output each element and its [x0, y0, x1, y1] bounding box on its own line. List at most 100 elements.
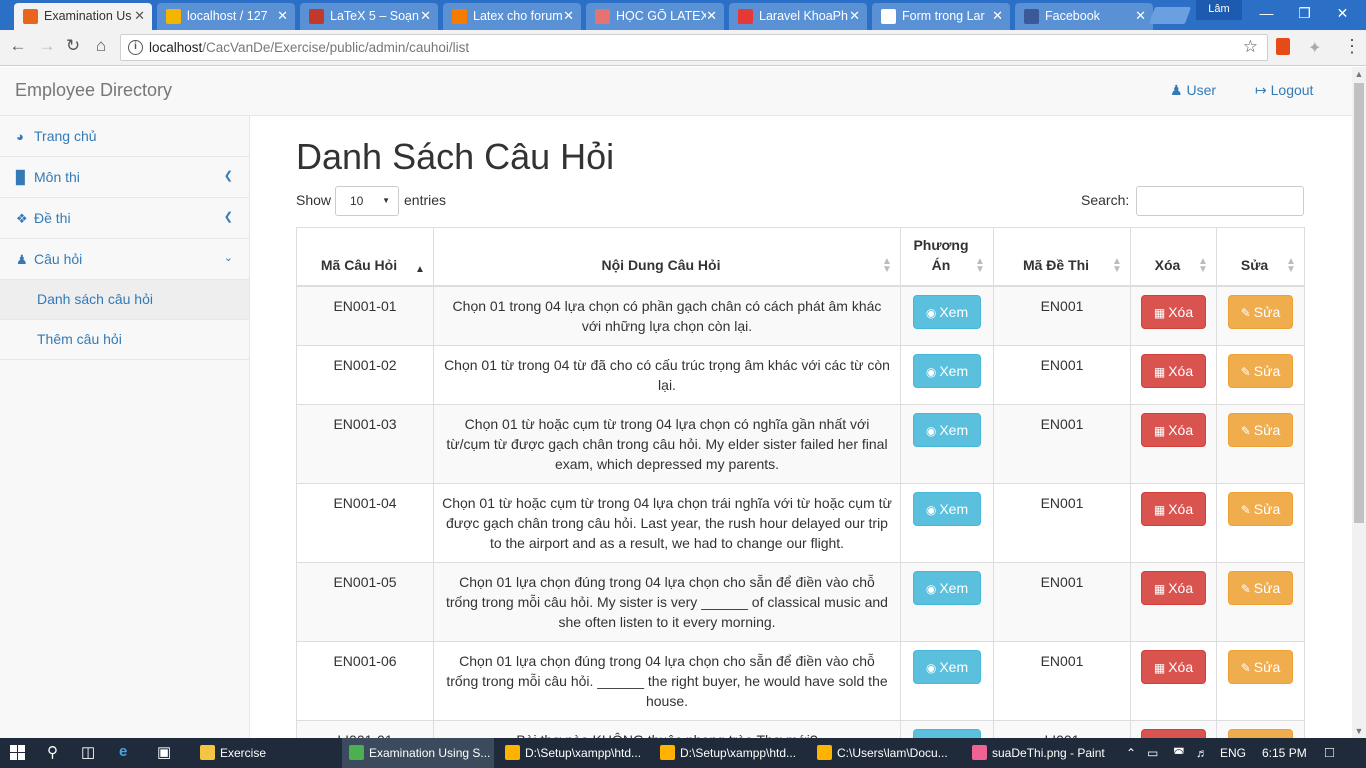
browser-tab[interactable]: Form trong Lar ✕ [872, 3, 1010, 30]
home-icon[interactable]: ⌂ [90, 36, 112, 58]
delete-button[interactable]: ▦Xóa [1140, 570, 1207, 605]
tab-close-icon[interactable]: ✕ [277, 8, 288, 24]
tab-close-icon[interactable]: ✕ [134, 8, 145, 24]
sidebar-subitem-danh-sach-cau-hoi[interactable]: Danh sách câu hỏi [0, 280, 249, 320]
windows-start-icon[interactable] [10, 745, 26, 761]
tab-close-icon[interactable]: ✕ [1135, 8, 1146, 24]
tray-chevron-icon[interactable]: ⌃ [1126, 746, 1136, 760]
column-header-phuong-an[interactable]: Phương Án ▲ ▼ [900, 227, 994, 287]
question-id-cell: EN001-04 [296, 482, 434, 563]
browser-tab[interactable]: Latex cho forum ✕ [443, 3, 581, 30]
reload-icon[interactable]: ↻ [62, 36, 84, 58]
delete-button[interactable]: ▦Xóa [1140, 353, 1207, 388]
sidebar-item-de-thi[interactable]: ❖ Đề thi ❮ [0, 198, 249, 239]
volume-icon[interactable]: ♬ [1196, 746, 1208, 760]
minimize-icon[interactable]: — [1248, 0, 1285, 26]
scroll-down-icon[interactable]: ▼ [1352, 726, 1366, 736]
taskbar-app[interactable]: C:\Users\lam\Docu... [810, 738, 962, 768]
logout-link[interactable]: ↦ Logout [1255, 82, 1313, 99]
notifications-icon[interactable]: □ [1325, 744, 1334, 761]
edit-button[interactable]: ✎Sửa [1227, 570, 1294, 605]
view-button[interactable]: ◉Xem [912, 491, 982, 526]
sidebar-item-cau-hoi[interactable]: ♟ Câu hỏi ⌄ [0, 239, 249, 280]
browser-tab[interactable]: LaTeX 5 – Soạn ✕ [300, 3, 438, 30]
scrollbar-thumb[interactable] [1354, 83, 1364, 523]
search-input[interactable] [1136, 186, 1304, 216]
sidebar-subitem-them-cau-hoi[interactable]: Thêm câu hỏi [0, 320, 249, 360]
sort-asc-icon: ▲ [415, 263, 425, 275]
sidebar-item-trang-chu[interactable]: ◕ Trang chủ [0, 116, 249, 157]
tab-close-icon[interactable]: ✕ [992, 8, 1003, 24]
extension-icon[interactable]: ✦ [1308, 38, 1321, 58]
wifi-icon[interactable]: ◚ [1173, 746, 1185, 760]
clock[interactable]: 6:15 PM [1262, 746, 1307, 760]
search-icon[interactable]: ⚲ [47, 743, 58, 761]
bar-chart-icon: ▉ [16, 170, 26, 185]
taskbar-app[interactable]: Examination Using S... [342, 738, 494, 768]
browser-tab[interactable]: Examination Us ✕ [14, 3, 152, 30]
browser-tab[interactable]: localhost / 127 ✕ [157, 3, 295, 30]
entries-select[interactable]: 10 ▼ [335, 186, 399, 216]
question-id-cell: EN001-01 [296, 285, 434, 346]
delete-button[interactable]: ▦Xóa [1140, 649, 1207, 684]
tab-close-icon[interactable]: ✕ [420, 8, 431, 24]
view-button[interactable]: ◉Xem [912, 649, 982, 684]
chrome-menu-icon[interactable]: ⋮ [1343, 36, 1361, 57]
close-window-icon[interactable]: ✕ [1324, 0, 1361, 26]
brand-link[interactable]: Employee Directory [15, 80, 172, 101]
search-label: Search: [1081, 192, 1130, 208]
browser-tab[interactable]: HỌC GÕ LATEX ✕ [586, 3, 724, 30]
taskbar-app[interactable]: D:\Setup\xampp\htd... [653, 738, 805, 768]
column-header-sua[interactable]: Sửa ▲ ▼ [1216, 227, 1305, 287]
delete-button[interactable]: ▦Xóa [1140, 728, 1207, 738]
visual-studio-icon[interactable]: ▣ [157, 743, 171, 761]
delete-button[interactable]: ▦Xóa [1140, 491, 1207, 526]
tab-close-icon[interactable]: ✕ [849, 8, 860, 24]
task-view-icon[interactable]: ◫ [81, 743, 95, 761]
language-indicator[interactable]: ENG [1220, 746, 1246, 760]
column-header-xoa[interactable]: Xóa ▲ ▼ [1130, 227, 1217, 287]
view-button[interactable]: ◉Xem [912, 412, 982, 447]
column-header-noi-dung[interactable]: Nội Dung Câu Hỏi ▲ ▼ [433, 227, 901, 287]
view-button[interactable]: ◉Xem [912, 570, 982, 605]
forward-icon[interactable]: → [36, 36, 58, 58]
info-icon[interactable]: i [128, 40, 143, 55]
url-text[interactable]: localhost/CacVanDe/Exercise/public/admin… [149, 40, 469, 55]
tab-close-icon[interactable]: ✕ [563, 8, 574, 24]
scroll-up-icon[interactable]: ▲ [1352, 69, 1366, 79]
edit-button[interactable]: ✎Sửa [1227, 728, 1294, 738]
edit-button[interactable]: ✎Sửa [1227, 353, 1294, 388]
bookmark-star-icon[interactable]: ☆ [1243, 37, 1258, 57]
edit-cell: ✎Sửa [1216, 285, 1305, 346]
taskbar-app[interactable]: suaDeThi.png - Paint [965, 738, 1115, 768]
back-icon[interactable]: ← [7, 36, 29, 58]
sidebar-item-mon-thi[interactable]: ▉ Môn thi ❮ [0, 157, 249, 198]
user-menu[interactable]: ♟ User [1170, 82, 1216, 99]
delete-button[interactable]: ▦Xóa [1140, 294, 1207, 329]
edit-button[interactable]: ✎Sửa [1227, 649, 1294, 684]
profile-button[interactable]: Lâm [1196, 0, 1242, 20]
edit-button[interactable]: ✎Sửa [1227, 412, 1294, 447]
office-extension-icon[interactable] [1276, 38, 1290, 55]
tab-title: localhost / 127 [187, 9, 268, 23]
taskbar-app[interactable]: D:\Setup\xampp\htd... [498, 738, 650, 768]
view-button[interactable]: ◉Xem [912, 728, 982, 738]
address-bar[interactable]: i localhost/CacVanDe/Exercise/public/adm… [120, 34, 1268, 61]
browser-tab[interactable]: Facebook ✕ [1015, 3, 1153, 30]
delete-button[interactable]: ▦Xóa [1140, 412, 1207, 447]
browser-tab[interactable]: Laravel KhoaPh ✕ [729, 3, 867, 30]
battery-icon[interactable]: ▭ [1147, 746, 1158, 760]
view-button[interactable]: ◉Xem [912, 294, 982, 329]
edit-button[interactable]: ✎Sửa [1227, 491, 1294, 526]
edit-button[interactable]: ✎Sửa [1227, 294, 1294, 329]
edge-icon[interactable]: e [119, 743, 127, 760]
maximize-icon[interactable]: ❐ [1286, 0, 1323, 26]
tab-close-icon[interactable]: ✕ [706, 8, 717, 24]
taskbar-app[interactable]: Exercise [193, 738, 338, 768]
column-header-ma-cau-hoi[interactable]: Mã Câu Hỏi ▲ [296, 227, 434, 287]
tab-favicon-icon [1024, 9, 1039, 24]
column-header-ma-de-thi[interactable]: Mã Đề Thi ▲ ▼ [993, 227, 1131, 287]
view-button[interactable]: ◉Xem [912, 353, 982, 388]
page-scrollbar[interactable]: ▲ ▼ [1352, 67, 1366, 738]
new-tab-button[interactable] [1148, 7, 1192, 24]
